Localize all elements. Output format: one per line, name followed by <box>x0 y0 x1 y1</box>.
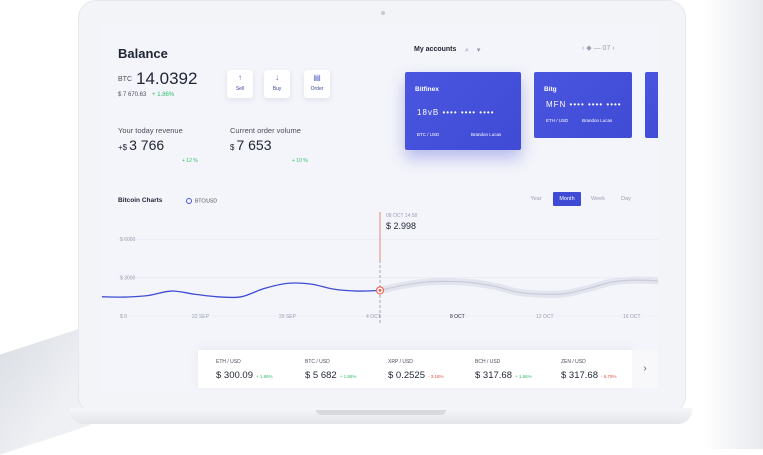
ticker-value: $ 300.09 <box>216 370 253 381</box>
dashboard-screen: Balance BTC 14.0392 $ 7 670.63 + 1.86% ↑… <box>102 24 658 392</box>
ticker-pair: ZEN / USD <box>561 359 586 365</box>
x-tick-label: 29 SEP <box>279 314 297 320</box>
ticker-value: $ 5 682 <box>305 370 337 381</box>
ticker-value: $ 317.68 <box>561 370 598 381</box>
series-line <box>102 282 381 299</box>
ticker-change: + 1.86% <box>514 374 532 379</box>
ticker-item[interactable]: BTC / USD $ 5 682 + 1.86% <box>305 359 356 383</box>
ticker-item[interactable]: XRP / USD $ 0.2525- 3.18% <box>388 359 444 383</box>
ticker-change: + 1.86% <box>255 374 273 379</box>
tooltip-value: $ 2.998 <box>386 221 416 231</box>
next-icon[interactable]: › <box>632 350 658 388</box>
x-tick-label: 12 OCT <box>536 314 554 320</box>
ticker-pair: XRP / USD <box>388 359 413 365</box>
highlight-point-core <box>378 288 382 292</box>
ticker-change: - 6.79% <box>600 374 617 379</box>
ticker-strip: ETH / USD $ 300.09 + 1.86% BTC / USD $ 5 682… <box>198 350 632 388</box>
left-shadow <box>0 325 90 455</box>
ticker-pair: BTC / USD <box>305 359 330 365</box>
ticker-value: $ 317.68 <box>475 370 512 381</box>
ticker-pair: BCH / USD <box>475 359 501 365</box>
ticker-value: $ 0.2525 <box>388 370 425 381</box>
ticker-item[interactable]: ETH / USD $ 300.09 + 1.86% <box>216 359 273 383</box>
y-tick-label: $ 0 <box>120 314 127 320</box>
bitcoin-chart: $ 6000 $ 3000 $ 0 08 OCT 14:58 $ 2.998 22 SEP… <box>102 212 658 324</box>
y-tick-label: $ 3000 <box>120 276 136 282</box>
x-tick-label: 16 OCT <box>623 314 641 320</box>
laptop-notch <box>316 410 446 415</box>
tooltip-date: 08 OCT 14:58 <box>386 213 418 219</box>
y-tick-label: $ 6000 <box>120 237 136 243</box>
right-shadow <box>703 0 763 449</box>
ticker-change: - 3.18% <box>427 374 444 379</box>
x-tick-label: 22 SEP <box>192 314 210 320</box>
x-tick-label: 8 OCT <box>450 314 465 320</box>
ticker-item[interactable]: BCH / USD $ 317.68 + 1.86% <box>475 359 532 383</box>
ticker-item[interactable]: ZEN / USD $ 317.68- 6.79% <box>561 359 617 383</box>
ticker-change: + 1.86% <box>339 374 357 379</box>
camera-dot <box>381 11 385 15</box>
x-tick-label: 4 OCT <box>366 314 381 320</box>
ticker-pair: ETH / USD <box>216 359 241 365</box>
